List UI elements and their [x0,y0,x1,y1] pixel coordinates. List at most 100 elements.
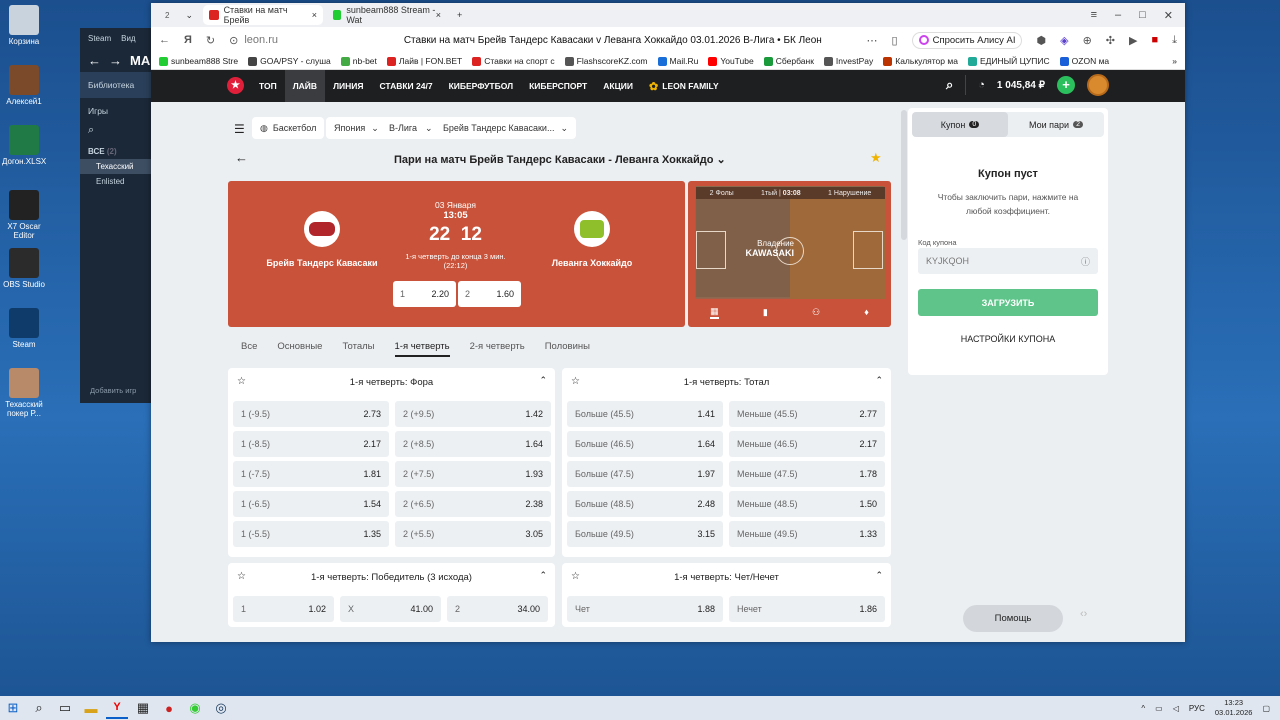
collapse-icon[interactable]: ⌃ [539,375,547,386]
odd-button[interactable]: Меньше (49.5) 1.33 [729,521,885,547]
odd-button[interactable]: Больше (47.5) 1.97 [567,461,723,487]
odd-button[interactable]: Больше (45.5) 1.41 [567,401,723,427]
language-indicator[interactable]: РУС [1189,704,1205,713]
nav-item[interactable]: ✿ LEON FAMILY [641,70,727,102]
tab-list-chevron-icon[interactable]: ⌄ [179,5,199,25]
search-icon[interactable]: ⌕ [946,77,953,93]
hamburger-icon[interactable]: ☰ [234,122,245,136]
odd-button[interactable]: 2 (+7.5) 1.93 [395,461,551,487]
search-icon[interactable]: ⌕ [80,120,160,141]
nav-item[interactable]: ТОП [251,70,285,102]
leon-logo-icon[interactable]: ★ [227,77,244,94]
info-icon[interactable]: ⓘ [1081,255,1090,268]
clock[interactable]: 13:23 03.01.2026 [1215,698,1253,718]
nav-item[interactable]: ЛАЙВ [284,70,326,102]
odd-button[interactable]: Нечет 1.86 [729,596,885,622]
search-icon[interactable]: ⌕ [28,697,50,719]
games-label[interactable]: Игры [80,98,160,120]
odd-button[interactable]: 1 (-9.5) 2.73 [233,401,389,427]
odd-button[interactable]: 2 (+5.5) 3.05 [395,521,551,547]
add-game-button[interactable]: Добавить игр [90,386,136,395]
close-window-icon[interactable]: ✕ [1164,9,1173,22]
collapse-icon[interactable]: ⌃ [875,570,883,581]
market-tab[interactable]: Половины [545,341,590,357]
task-view-icon[interactable]: ▭ [54,697,76,719]
maximize-icon[interactable]: □ [1139,9,1146,22]
market-tab[interactable]: Тоталы [342,341,374,357]
steam-game-item[interactable]: Enlisted [80,174,160,189]
bookmark-item[interactable]: sunbeam888 Stre [159,56,238,66]
back-icon[interactable]: ← [88,53,101,68]
bookmark-item[interactable]: Сбербанк [763,56,814,66]
flag-icon[interactable]: ■ [1151,34,1158,47]
tab-leon[interactable]: Ставки на матч Брейв × [203,5,323,25]
shield-icon[interactable]: ◈ [1060,34,1068,47]
stats-icon[interactable]: ▮ [763,307,768,318]
more-icon[interactable]: ⋯ [867,34,878,47]
app-icon[interactable]: ● [158,697,180,719]
globe-icon[interactable]: ⊕ [1083,34,1092,47]
help-button[interactable]: Помощь [963,605,1063,632]
forward-icon[interactable]: → [109,53,122,68]
odd-button[interactable]: 1 (-8.5) 2.17 [233,431,389,457]
bookmark-item[interactable]: FlashscoreKZ.com [564,56,648,66]
scoreboard-icon[interactable]: ▦ [710,306,719,319]
sport-select[interactable]: ◍ Баскетбол [252,117,325,139]
favorite-star-icon[interactable]: ★ [870,150,882,166]
microphone-icon[interactable]: ♦ [864,307,869,317]
steam-window[interactable]: Steam Вид ← → МАГ Библиотека Игры ⌕ ВСЕ (2)… [80,28,160,403]
odd-button[interactable]: Меньше (47.5) 1.78 [729,461,885,487]
event-title[interactable]: Пари на матч Брейв Тандерс Кавасаки - Ле… [394,153,726,166]
market-tab[interactable]: Все [241,341,257,357]
volume-icon[interactable]: ◁ [1173,704,1179,713]
nav-item[interactable]: КИБЕРФУТБОЛ [441,70,522,102]
odd-button[interactable]: X 41.00 [340,596,441,622]
bookmark-item[interactable]: YouTube [708,56,754,66]
steam-menu[interactable]: Steam [88,34,111,43]
explorer-icon[interactable]: ▬ [80,697,102,719]
scrollbar[interactable] [901,110,907,240]
players-icon[interactable]: ⚇ [812,307,820,318]
new-tab-icon[interactable]: + [451,5,468,25]
coupon-code-input[interactable]: KYJKQOH ⓘ [918,248,1098,274]
nav-item[interactable]: СТАВКИ 24/7 [372,70,441,102]
load-coupon-button[interactable]: ЗАГРУЗИТЬ [918,289,1098,316]
play-icon[interactable]: ▶ [1129,34,1137,47]
nav-item[interactable]: ЛИНИЯ [325,70,371,102]
deposit-button[interactable]: + [1057,76,1075,94]
download-icon[interactable]: ⤓ [1172,34,1177,47]
tab-my-bets[interactable]: Мои пари 2 [1008,112,1104,137]
avatar[interactable] [1087,74,1109,96]
bookmark-item[interactable]: ЕДИНЫЙ ЦУПИС [967,56,1050,66]
calculator-icon[interactable]: ▦ [132,697,154,719]
tray-up-icon[interactable]: ^ [1141,704,1145,713]
odd-button[interactable]: 1 (-5.5) 1.35 [233,521,389,547]
odd-button[interactable]: 2 (+8.5) 1.64 [395,431,551,457]
odd-home-button[interactable]: 1 2.20 [393,281,456,307]
menu-icon[interactable]: ≡ [1091,9,1097,22]
puzzle-icon[interactable]: ✣ [1106,34,1115,47]
desktop-icon[interactable]: Steam [2,308,46,349]
notifications-icon[interactable]: ▢ [1262,704,1270,713]
country-select[interactable]: Япония ⌄ [326,117,387,139]
odd-button[interactable]: Больше (49.5) 3.15 [567,521,723,547]
steam-icon[interactable]: ◎ [210,697,232,719]
more-bookmarks-icon[interactable]: » [1172,56,1177,66]
desktop-icon[interactable]: Алексей1 [2,65,46,106]
tab-coupon[interactable]: Купон 0 [912,112,1008,137]
collapse-icon[interactable]: ⌃ [539,570,547,581]
bookmark-icon[interactable]: ▯ [892,34,898,47]
bookmark-item[interactable]: Лайв | FON.BET [386,56,462,66]
minimize-icon[interactable]: – [1115,9,1121,22]
close-icon[interactable]: × [436,10,441,20]
all-label[interactable]: ВСЕ [88,147,105,156]
app-icon[interactable]: ◉ [184,697,206,719]
bookmark-item[interactable]: nb-bet [340,56,377,66]
odd-button[interactable]: 1 (-7.5) 1.81 [233,461,389,487]
view-menu[interactable]: Вид [121,34,135,43]
balance[interactable]: 1 045,84 ₽ [997,80,1045,91]
odd-away-button[interactable]: 2 1.60 [458,281,521,307]
extension-icon[interactable]: ⬢ [1036,34,1046,47]
odd-button[interactable]: Меньше (45.5) 2.77 [729,401,885,427]
odd-button[interactable]: 2 (+6.5) 2.38 [395,491,551,517]
